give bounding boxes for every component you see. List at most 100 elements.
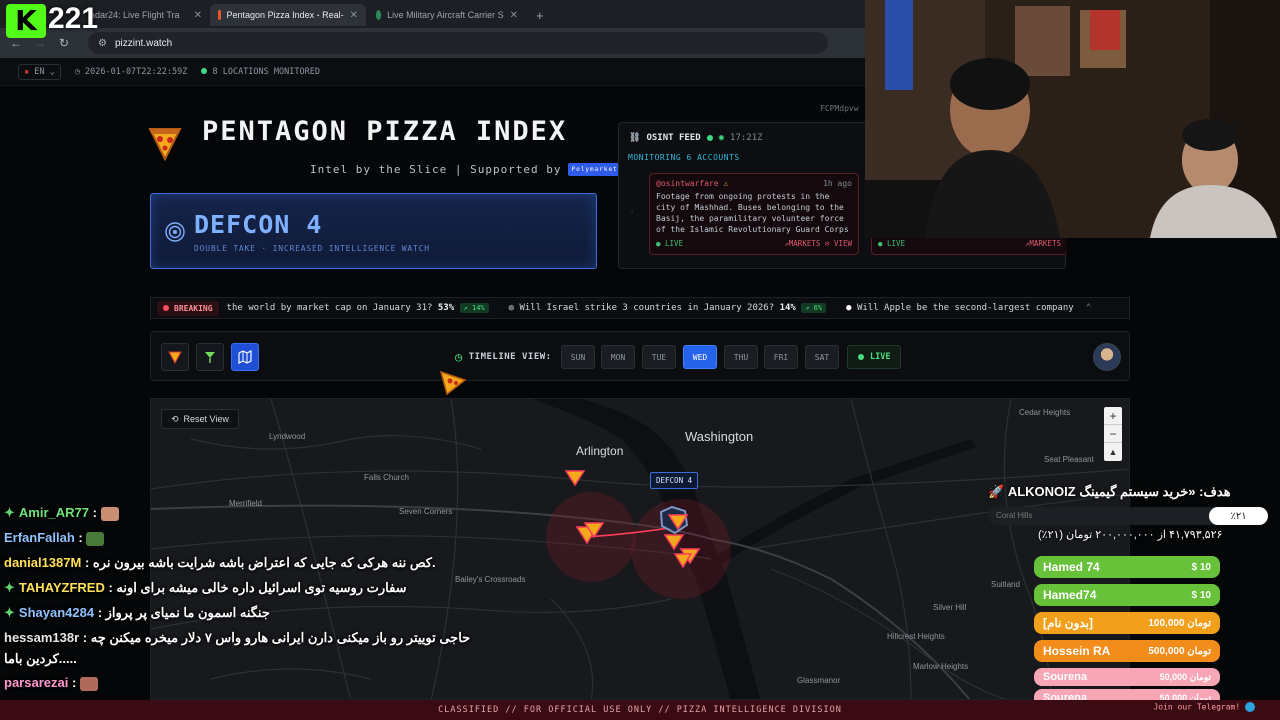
url-field[interactable]: ⚙ pizzint.watch [88,32,828,54]
bar-layer-button[interactable] [196,343,224,371]
live-label: LIVE [887,239,906,248]
goal-percent: ٪۲۱ [1230,510,1247,522]
warning-icon: ⚠ [723,179,729,188]
ticker-text: Will Israel strike 3 countries in Januar… [519,303,775,313]
chat-username[interactable]: Amir_AR77 [19,505,89,520]
day-sun[interactable]: SUN [561,345,595,369]
map-label-washington: Washington [685,429,754,444]
post-live-badge: ● LIVE [878,239,906,248]
compass-button[interactable]: ▲ [1104,443,1122,461]
pizza-layer-button[interactable] [161,343,189,371]
map-label-baileys-crossroads: Bailey's Crossroads [455,575,526,584]
tab-label: Pentagon Pizza Index - Real- [226,10,344,20]
map-view-button[interactable] [231,343,259,371]
sparkle-icon: ✦ [4,605,15,620]
ticker-item[interactable]: ● Will Apple be the second-largest compa… [846,303,1074,313]
breaking-news-ticker: BREAKING the world by market cap on Janu… [150,297,1130,319]
timestamp-text: 2026-01-07T22:22:59Z [85,66,188,77]
tab-military-aircraft[interactable]: Live Military Aircraft Carrier S ✕ [368,4,526,26]
ticker-delta: ↗ 14% [459,303,489,313]
site-info-icon[interactable]: ⚙ [98,38,107,49]
markets-label: MARKETS [1029,239,1061,248]
tagline: Intel by the Slice | Supported by Polyma… [310,163,622,176]
pizza-logo-icon [148,128,182,162]
day-mon[interactable]: MON [601,345,635,369]
chat-username[interactable]: ErfanFallah [4,530,75,545]
left-scroll-icon[interactable]: ‹ [631,181,633,243]
tab-pentagon-pizza[interactable]: Pentagon Pizza Index - Real- ✕ [210,4,366,26]
cocktail-icon [205,352,215,363]
donation-entry: Hamed 74 $ 10 [1034,556,1220,578]
close-tab-icon[interactable]: ✕ [194,10,202,21]
day-tue[interactable]: TUE [642,345,676,369]
map-label-suitland: Suitland [991,580,1020,589]
chevron-up-icon[interactable]: ⌃ [1086,303,1091,313]
live-button[interactable]: LIVE [847,345,902,369]
defcon-level: DEFCON 4 [194,210,323,239]
emote-icon [79,676,98,691]
dc-map[interactable]: Washington Arlington Cedar Heights Seat … [150,398,1130,700]
breaking-badge: BREAKING [157,300,219,316]
language-selector[interactable]: ▪ EN ⌄ [18,63,61,80]
donor-name: Hamed 74 [1043,560,1100,574]
tab-flightradar[interactable]: adar24: Live Flight Tra ✕ [82,4,210,26]
reload-icon[interactable]: ↻ [52,36,76,50]
map-label-marlow-heights: Marlow Heights [913,662,969,671]
markets-link[interactable]: ↗MARKETS [1025,239,1061,248]
chat-username[interactable]: TAHAYZFRED [19,580,105,595]
chat-text: جنگنه اسمون ما نمیای پر پرواز [105,605,270,620]
post-handle[interactable]: @osintwarfare [656,179,719,188]
zoom-out-button[interactable]: − [1104,425,1122,443]
osint-time: 17:21Z [730,133,763,143]
close-tab-icon[interactable]: ✕ [350,10,358,21]
telegram-label: Join our Telegram! [1153,702,1241,712]
map-label-hillcrest-heights: Hillcrest Heights [887,632,945,641]
post-text: Footage from ongoing protests in the cit… [656,192,849,234]
osint-post-card[interactable]: @osintwarfare ⚠ 1h ago Footage from ongo… [649,173,859,255]
map-label-silver-hill: Silver Hill [933,603,967,612]
view-link[interactable]: ⊙ VIEW [825,239,852,248]
wifi-icon: ◉ [718,133,725,143]
breaking-label: BREAKING [174,303,213,313]
map-icon [238,350,252,364]
browser-tab-bar: adar24: Live Flight Tra ✕ Pentagon Pizza… [0,0,865,28]
market-icon: ◍ [508,303,515,313]
day-wed[interactable]: WED [683,345,717,369]
reset-view-button[interactable]: ⟲ Reset View [161,409,239,429]
chat-username[interactable]: parsarezai [4,675,68,690]
markets-link[interactable]: ↗MARKETS [784,239,820,248]
day-fri[interactable]: FRI [764,345,798,369]
defcon-map-marker[interactable]: DEFCON 4 [650,472,699,489]
new-tab-button[interactable]: + [528,4,550,26]
close-tab-icon[interactable]: ✕ [510,10,518,21]
forward-icon[interactable]: → [28,36,52,50]
ticker-item[interactable]: ◍ Will Israel strike 3 countries in Janu… [508,303,827,313]
globe-favicon-icon [376,10,382,20]
chat-message-continued: کردین باما..... [4,651,77,667]
sparkle-icon: ✦ [4,505,15,520]
zoom-in-button[interactable]: + [1104,407,1122,425]
donation-goal-progress: ۴۱,۷۹۳,۵۲۶ از ۲۰۰,۰۰۰,۰۰۰ تومان (۲۱٪) [1038,529,1223,541]
live-dot-icon [858,354,864,360]
day-thu[interactable]: THU [724,345,758,369]
tagline-text: Intel by the Slice | Supported by [310,163,562,176]
chat-username[interactable]: hessam138r [4,630,79,645]
user-avatar[interactable] [1093,343,1121,371]
goal-bar-underlay-text: Coral Hills [996,511,1033,520]
tab-label: Live Military Aircraft Carrier S [387,10,504,20]
url-text: pizzint.watch [114,37,173,49]
map-label-arlington: Arlington [576,444,624,458]
ticker-item[interactable]: the world by market cap on January 31? 5… [227,303,489,313]
back-icon[interactable]: ← [4,36,28,50]
webcam-scene [865,0,1280,238]
polymarket-sponsor-link[interactable]: Polymarket [567,163,622,176]
day-sat[interactable]: SAT [805,345,839,369]
chat-username[interactable]: danial1387M [4,555,81,570]
site-status-bar: ▪ EN ⌄ ◷ 2026-01-07T22:22:59Z 8 LOCATION… [0,58,865,86]
donation-amount: $ 10 [1191,561,1211,573]
viewer-count: 221 [48,2,99,35]
chat-username[interactable]: Shayan4284 [19,605,94,620]
telegram-link[interactable]: Join our Telegram! [1153,702,1255,712]
donor-name: [بدون نام] [1043,616,1094,630]
telegram-icon [1245,702,1255,712]
